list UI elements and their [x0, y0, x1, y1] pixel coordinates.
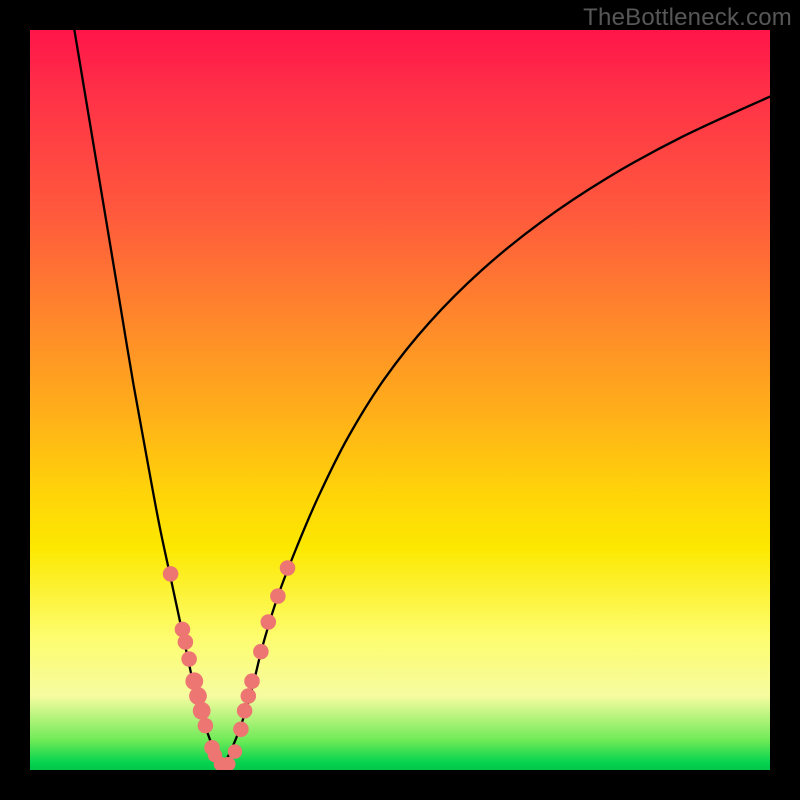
marker-dot: [163, 566, 179, 582]
marker-dot: [241, 688, 257, 704]
marker-dot: [244, 673, 260, 689]
marker-dot: [178, 634, 194, 650]
curve-right-branch: [222, 97, 770, 767]
marker-dot: [253, 644, 269, 660]
marker-dot: [280, 560, 296, 576]
curve-left-branch: [74, 30, 222, 766]
marker-dot: [189, 687, 207, 705]
marker-dot: [228, 744, 242, 758]
marker-dot: [261, 614, 277, 630]
marker-dot: [270, 588, 286, 604]
marker-dot: [185, 672, 203, 690]
marker-dot: [233, 722, 249, 738]
chart-frame: TheBottleneck.com: [0, 0, 800, 800]
marker-dot: [198, 718, 214, 734]
plot-area: [30, 30, 770, 770]
marker-dots: [163, 560, 295, 770]
marker-dot: [181, 651, 197, 667]
watermark-text: TheBottleneck.com: [583, 4, 792, 32]
marker-dot: [193, 702, 211, 720]
marker-dot: [237, 703, 253, 719]
curve-svg: [30, 30, 770, 770]
